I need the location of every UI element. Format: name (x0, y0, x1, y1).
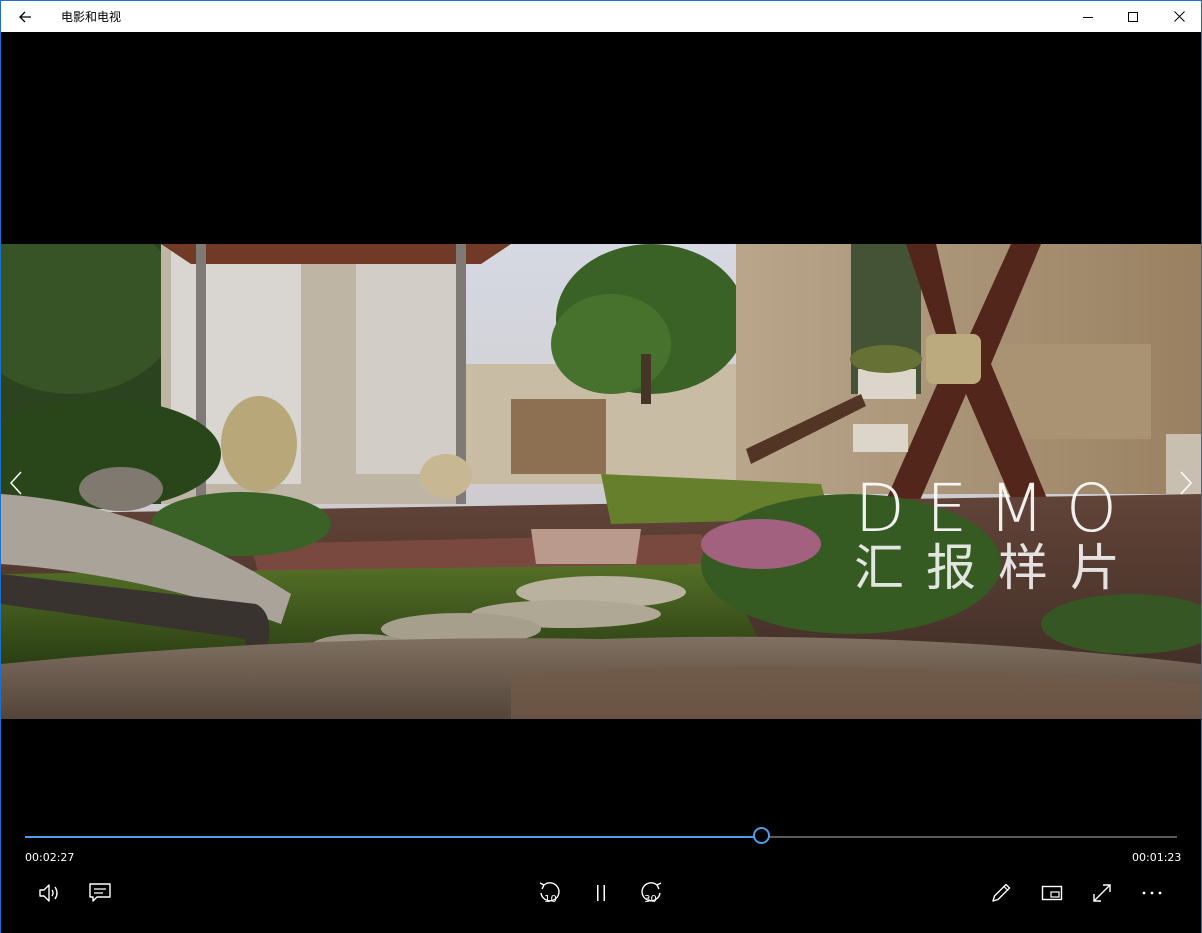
speaker-icon (39, 884, 58, 902)
window-title: 电影和电视 (61, 10, 122, 24)
expand-icon (1093, 884, 1111, 902)
seek-bar-progress (25, 836, 762, 838)
maximize-icon (1128, 11, 1138, 22)
remaining-time: 00:01:23 (1132, 851, 1182, 864)
seek-bar-thumb[interactable] (752, 827, 770, 844)
subtitles-button[interactable] (82, 877, 118, 909)
pencil-icon (992, 883, 1011, 902)
watermark-chinese-text: 汇报样片 (854, 539, 1142, 597)
skip-back-icon: 10 (539, 882, 560, 905)
next-button[interactable] (1176, 468, 1196, 498)
elapsed-time: 00:02:27 (25, 851, 75, 864)
skip-forward-seconds-label: 30 (644, 894, 657, 905)
fullscreen-button[interactable] (1084, 877, 1120, 909)
close-button[interactable] (1156, 1, 1202, 32)
pause-icon (597, 885, 605, 901)
watermark-demo-text: DEMO (854, 470, 1139, 547)
skip-back-button[interactable]: 10 (532, 877, 568, 909)
previous-button[interactable] (6, 468, 26, 498)
more-dots-icon (1142, 891, 1162, 895)
edit-button[interactable] (983, 877, 1019, 909)
close-icon (1173, 11, 1185, 22)
mini-view-button[interactable] (1034, 877, 1070, 909)
minimize-icon (1083, 16, 1093, 18)
skip-back-seconds-label: 10 (544, 894, 557, 905)
more-options-button[interactable] (1134, 877, 1170, 909)
picture-in-picture-icon (1041, 885, 1063, 901)
pause-button[interactable] (583, 877, 619, 909)
minimize-button[interactable] (1065, 1, 1111, 32)
chevron-left-icon (10, 471, 22, 495)
volume-button[interactable] (32, 877, 68, 909)
arrow-left-icon (19, 11, 31, 23)
skip-forward-button[interactable]: 30 (633, 877, 669, 909)
maximize-button[interactable] (1110, 1, 1156, 32)
skip-forward-icon: 30 (641, 882, 662, 905)
subtitles-icon (89, 883, 111, 902)
title-bar: 电影和电视 (0, 0, 1202, 32)
chevron-right-icon (1180, 471, 1192, 495)
seek-bar[interactable] (25, 836, 1177, 838)
back-button[interactable] (10, 3, 40, 31)
